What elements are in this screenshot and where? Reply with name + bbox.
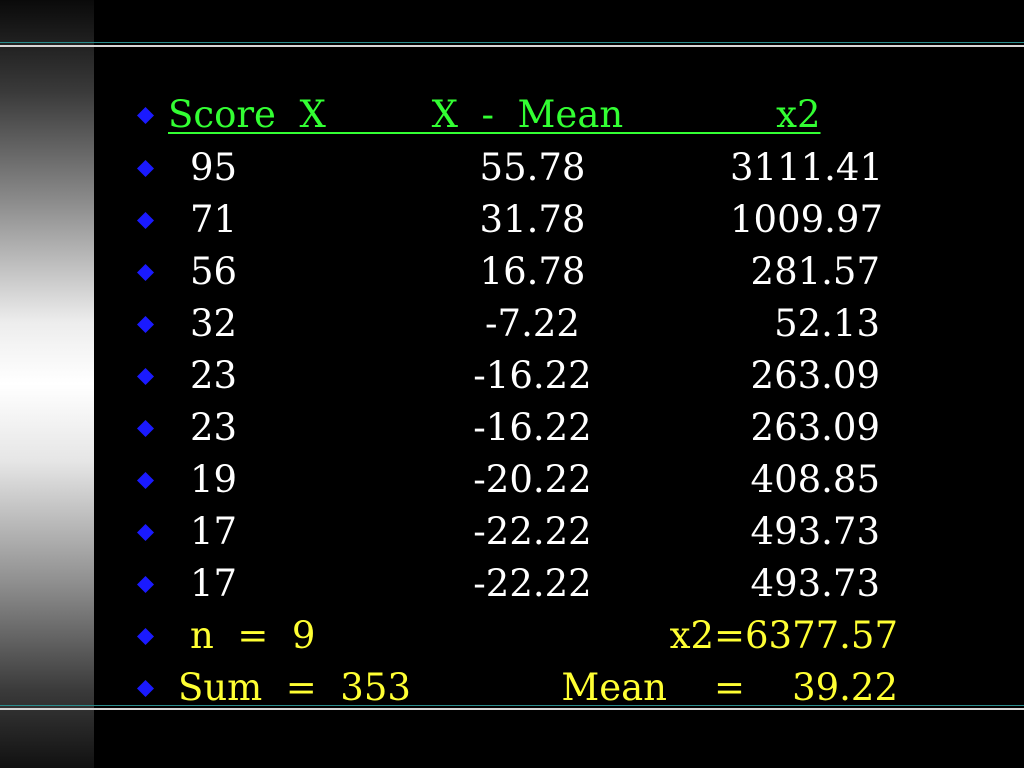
score-cell: 71 xyxy=(190,198,238,241)
mean-value: Mean = 39.22 xyxy=(561,666,898,709)
deviation-cell: -22.22 xyxy=(473,510,592,553)
table-row: 23 -16.22 263.09 xyxy=(0,356,1024,396)
score-cell: 56 xyxy=(190,250,238,293)
table-row: 95 55.78 3111.41 xyxy=(0,148,1024,188)
diamond-bullet-icon xyxy=(137,212,154,229)
score-cell: 23 xyxy=(190,354,238,397)
deviation-cell: -16.22 xyxy=(473,354,592,397)
deviation-cell: 31.78 xyxy=(479,198,586,241)
n-count: n = 9 xyxy=(190,614,316,657)
top-rule xyxy=(0,42,1024,47)
diamond-bullet-icon xyxy=(137,628,154,645)
squared-cell: 408.85 xyxy=(750,458,880,501)
diamond-bullet-icon xyxy=(137,368,154,385)
deviation-cell: 55.78 xyxy=(479,146,586,189)
deviation-cell: -7.22 xyxy=(485,302,580,345)
score-cell: 32 xyxy=(190,302,238,345)
deviation-cell: -20.22 xyxy=(473,458,592,501)
squared-cell: 263.09 xyxy=(750,406,880,449)
score-cell: 95 xyxy=(190,146,238,189)
table-row: 56 16.78 281.57 xyxy=(0,252,1024,292)
score-cell: 17 xyxy=(190,562,238,605)
diamond-bullet-icon xyxy=(137,316,154,333)
slide: Score X X - Mean x2 95 55.78 3111.41 71 … xyxy=(0,0,1024,768)
diamond-bullet-icon xyxy=(137,680,154,697)
bottom-rule xyxy=(0,705,1024,710)
squared-cell: 1009.97 xyxy=(730,198,884,241)
summary-row-sum: Sum = 353 Mean = 39.22 xyxy=(0,668,1024,708)
table-row: 17 -22.22 493.73 xyxy=(0,564,1024,604)
squared-cell: 3111.41 xyxy=(730,146,884,189)
deviation-cell: -22.22 xyxy=(473,562,592,605)
diamond-bullet-icon xyxy=(137,160,154,177)
squared-cell: 493.73 xyxy=(750,562,880,605)
diamond-bullet-icon xyxy=(137,472,154,489)
deviation-cell: 16.78 xyxy=(479,250,586,293)
diamond-bullet-icon xyxy=(137,420,154,437)
score-cell: 17 xyxy=(190,510,238,553)
squared-cell: 281.57 xyxy=(750,250,880,293)
squared-cell: 263.09 xyxy=(750,354,880,397)
table-row: 17 -22.22 493.73 xyxy=(0,512,1024,552)
table-row: 23 -16.22 263.09 xyxy=(0,408,1024,448)
squared-cell: 52.13 xyxy=(774,302,880,345)
summary-row-n: n = 9 x2=6377.57 xyxy=(0,616,1024,656)
table-row: 71 31.78 1009.97 xyxy=(0,200,1024,240)
score-cell: 23 xyxy=(190,406,238,449)
squared-cell: 493.73 xyxy=(750,510,880,553)
diamond-bullet-icon xyxy=(137,576,154,593)
deviation-cell: -16.22 xyxy=(473,406,592,449)
header-row: Score X X - Mean x2 xyxy=(0,95,1024,135)
diamond-bullet-icon xyxy=(137,524,154,541)
table-header: Score X X - Mean x2 xyxy=(168,93,821,136)
table-row: 32 -7.22 52.13 xyxy=(0,304,1024,344)
sum-of-squares: x2=6377.57 xyxy=(669,614,898,657)
diamond-bullet-icon xyxy=(137,264,154,281)
diamond-bullet-icon xyxy=(137,107,154,124)
sum-total: Sum = 353 xyxy=(178,666,411,709)
score-cell: 19 xyxy=(190,458,238,501)
table-row: 19 -20.22 408.85 xyxy=(0,460,1024,500)
